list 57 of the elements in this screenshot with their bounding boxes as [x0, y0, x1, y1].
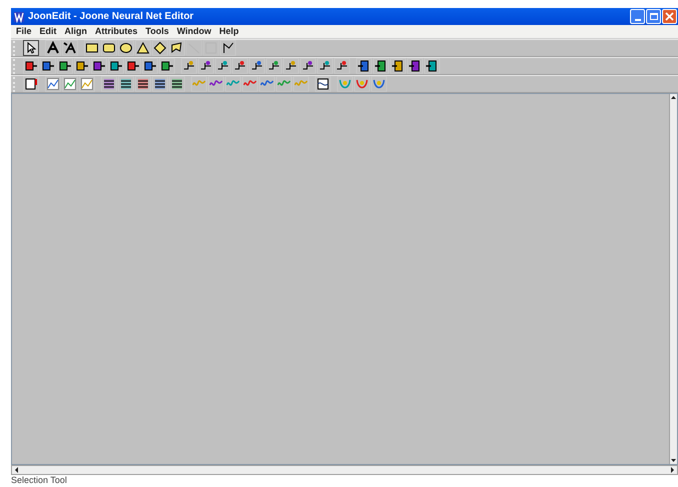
rectangle-icon [85, 41, 99, 55]
polygon-icon [170, 41, 184, 55]
page-icon [24, 77, 38, 91]
toolbar-grip[interactable] [13, 58, 17, 74]
curve-icon [372, 77, 386, 91]
toolbar-grip[interactable] [13, 40, 17, 56]
letter-icon [46, 41, 60, 55]
status-text: Selection Tool [11, 474, 67, 487]
block-icon [75, 59, 89, 73]
menu-item[interactable]: Tools [142, 24, 172, 38]
menu-item[interactable]: Attributes [92, 24, 141, 38]
maximize-button[interactable] [646, 9, 661, 24]
rounded-rectangle-icon [102, 41, 116, 55]
vertical-scrollbar[interactable] [669, 94, 677, 464]
block-icon [92, 59, 106, 73]
menu-item[interactable]: Help [216, 24, 242, 38]
block-icon [58, 59, 72, 73]
line-chart-icon [63, 77, 77, 91]
plug-icon [391, 59, 405, 73]
menu-item[interactable]: Window [174, 24, 214, 38]
grid-icon [102, 77, 116, 91]
horizontal-scrollbar[interactable] [11, 465, 678, 475]
close-button[interactable] [662, 9, 677, 24]
polyline-icon [221, 41, 235, 55]
tool-button[interactable] [152, 40, 168, 56]
block-icon [160, 59, 174, 73]
plug-icon [408, 59, 422, 73]
curve-icon [338, 77, 352, 91]
grid-icon [136, 77, 150, 91]
window-title: JoonEdit - Joone Neural Net Editor [28, 10, 194, 24]
block-icon [126, 59, 140, 73]
app-icon [13, 10, 25, 22]
grid-icon [119, 77, 133, 91]
plug-icon [357, 59, 371, 73]
block-icon [143, 59, 157, 73]
grid-icon [170, 77, 184, 91]
square-icon [204, 41, 218, 55]
block-icon [41, 59, 55, 73]
menu-item[interactable]: Align [62, 24, 90, 38]
grid-icon [153, 77, 167, 91]
curve-icon [355, 77, 369, 91]
tool-button[interactable] [23, 40, 39, 56]
menu-item[interactable]: File [13, 24, 35, 38]
plug-icon [374, 59, 388, 73]
line-chart-icon [80, 77, 94, 91]
plug-icon [425, 59, 439, 73]
line-icon [187, 41, 201, 55]
diamond-icon [153, 41, 167, 55]
line-chart-icon [46, 77, 60, 91]
letter-icon [63, 41, 77, 55]
block-icon [24, 59, 38, 73]
block-icon [109, 59, 123, 73]
minimize-button[interactable] [630, 9, 645, 24]
scope-icon [316, 77, 330, 91]
menu-item[interactable]: Edit [36, 24, 60, 38]
ellipse-icon [119, 41, 133, 55]
triangle-icon [136, 41, 150, 55]
